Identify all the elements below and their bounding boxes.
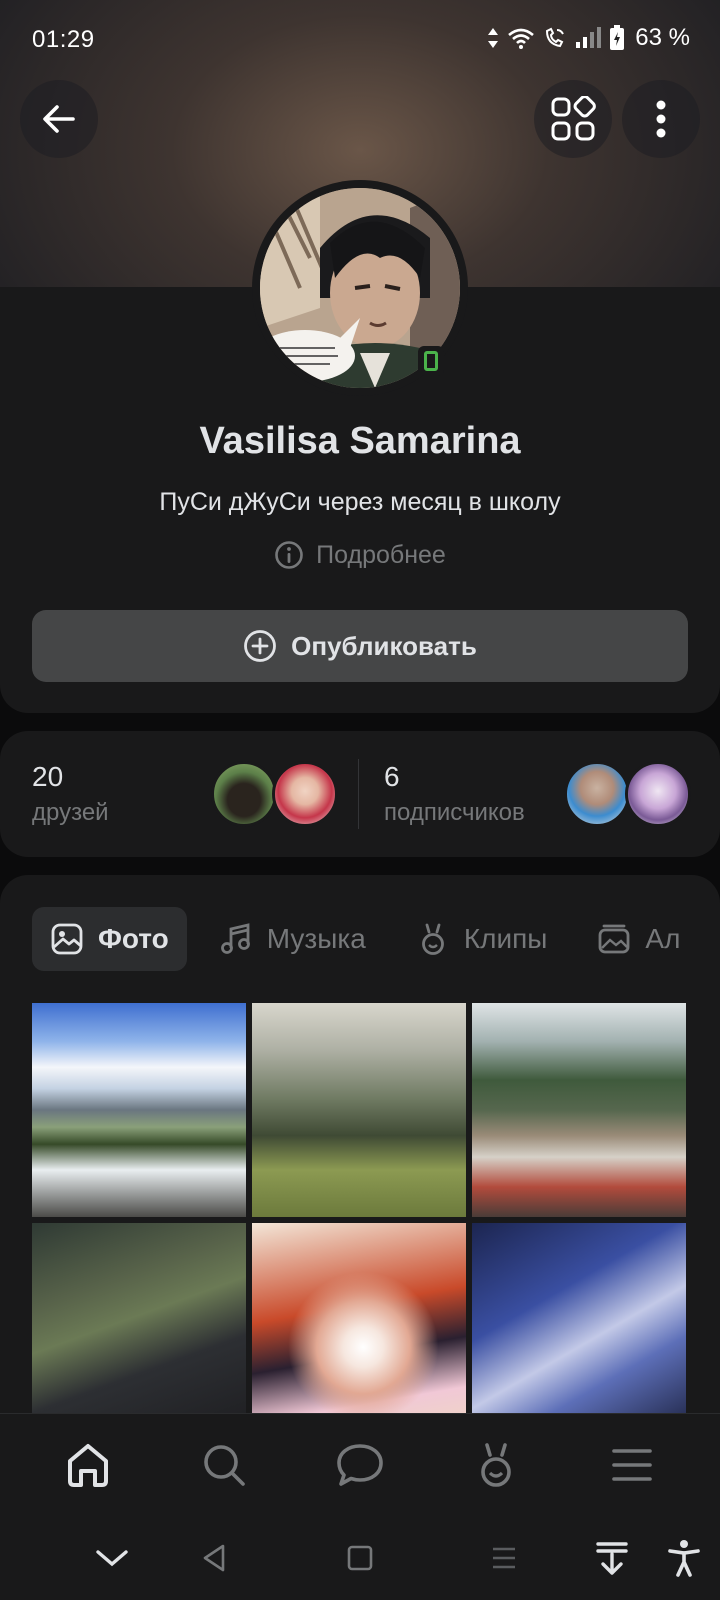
media-card: Фото Музыка Клипы Ал <box>0 875 720 1415</box>
square-home-icon <box>347 1545 373 1571</box>
publish-label: Опубликовать <box>291 630 477 661</box>
nav-clips[interactable] <box>461 1430 531 1500</box>
menu-icon <box>612 1449 652 1481</box>
image-icon <box>51 923 83 955</box>
nav-search[interactable] <box>189 1430 259 1500</box>
messages-icon <box>337 1444 383 1486</box>
profile-name: Vasilisa Samarina <box>199 420 521 462</box>
status-time: 01:29 <box>32 26 95 53</box>
follower-avatar[interactable] <box>564 761 630 827</box>
media-tabs: Фото Музыка Клипы Ал <box>32 907 698 971</box>
search-icon <box>204 1445 245 1486</box>
photo-tile[interactable] <box>472 1223 686 1415</box>
phone-icon <box>424 351 438 371</box>
photo-tile[interactable] <box>32 1223 246 1415</box>
friend-avatar[interactable] <box>272 761 338 827</box>
apps-icon <box>551 96 596 141</box>
photo-tile[interactable] <box>472 1003 686 1217</box>
recents-icon <box>493 1547 515 1569</box>
more-vertical-icon <box>656 100 666 138</box>
battery-charging-icon <box>610 25 625 50</box>
info-icon <box>275 541 303 569</box>
followers-count: 6 <box>384 761 400 792</box>
battery-percent: 63 % <box>635 24 690 51</box>
followers-label: подписчиков <box>384 799 525 826</box>
photo-tile[interactable] <box>32 1003 246 1217</box>
status-bar: 01:29 63 % <box>0 0 720 80</box>
online-mobile-badge <box>418 346 444 376</box>
nav-messages[interactable] <box>325 1430 395 1500</box>
friends-counter[interactable]: 20 друзей <box>32 761 109 827</box>
notifications-pull-button[interactable] <box>590 1536 634 1580</box>
tab-clips-label: Клипы <box>463 923 548 954</box>
nav-menu[interactable] <box>597 1430 667 1500</box>
friends-label: друзей <box>32 799 109 826</box>
tab-photos-label: Фото <box>98 923 169 954</box>
accessibility-icon <box>668 1540 700 1577</box>
signal-icon <box>576 27 602 48</box>
home-icon <box>68 1444 108 1487</box>
system-navigation-bar <box>0 1516 720 1600</box>
system-back-button[interactable] <box>192 1536 236 1580</box>
counters-card: 20 друзей 6 подписчиков <box>0 731 720 857</box>
nav-home[interactable] <box>53 1430 123 1500</box>
more-options-button[interactable] <box>622 80 700 158</box>
bottom-navigation <box>0 1413 720 1516</box>
pull-down-icon <box>596 1542 628 1575</box>
accessibility-button[interactable] <box>662 1536 706 1580</box>
chevron-down-icon <box>96 1550 128 1567</box>
tab-clips[interactable]: Клипы <box>398 907 566 971</box>
details-link[interactable]: Подробнее <box>0 540 720 570</box>
services-button[interactable] <box>534 80 612 158</box>
wifi-call-icon <box>546 27 565 48</box>
system-recents-button[interactable] <box>482 1536 526 1580</box>
tab-albums-label: Ал <box>645 923 681 954</box>
profile-status: ПуСи дЖуСи через месяц в школу <box>159 488 561 516</box>
system-home-button[interactable] <box>338 1536 382 1580</box>
hide-keyboard-button[interactable] <box>90 1536 134 1580</box>
counters-divider <box>358 759 359 829</box>
back-button[interactable] <box>20 80 98 158</box>
follower-avatar[interactable] <box>625 761 691 827</box>
triangle-back-icon <box>203 1544 225 1572</box>
wifi-icon <box>508 28 535 49</box>
clips-icon <box>421 923 444 955</box>
data-arrows-icon <box>488 28 499 48</box>
publish-button[interactable]: Опубликовать <box>32 610 688 682</box>
music-icon <box>220 923 250 954</box>
followers-counter[interactable]: 6 подписчиков <box>384 761 525 827</box>
arrow-left-icon <box>43 105 75 133</box>
photo-tile[interactable] <box>252 1223 466 1415</box>
friend-avatar[interactable] <box>211 761 277 827</box>
add-circle-icon <box>244 630 277 662</box>
clips-icon <box>481 1443 511 1487</box>
status-icons: 63 % <box>487 24 690 52</box>
album-icon <box>598 924 630 954</box>
tab-photos[interactable]: Фото <box>32 907 187 971</box>
photo-tile[interactable] <box>252 1003 466 1217</box>
tab-music-label: Музыка <box>266 923 366 954</box>
details-label: Подробнее <box>316 540 446 569</box>
friends-count: 20 <box>32 761 64 792</box>
tab-music[interactable]: Музыка <box>201 907 384 971</box>
tab-albums[interactable]: Ал <box>579 907 698 971</box>
